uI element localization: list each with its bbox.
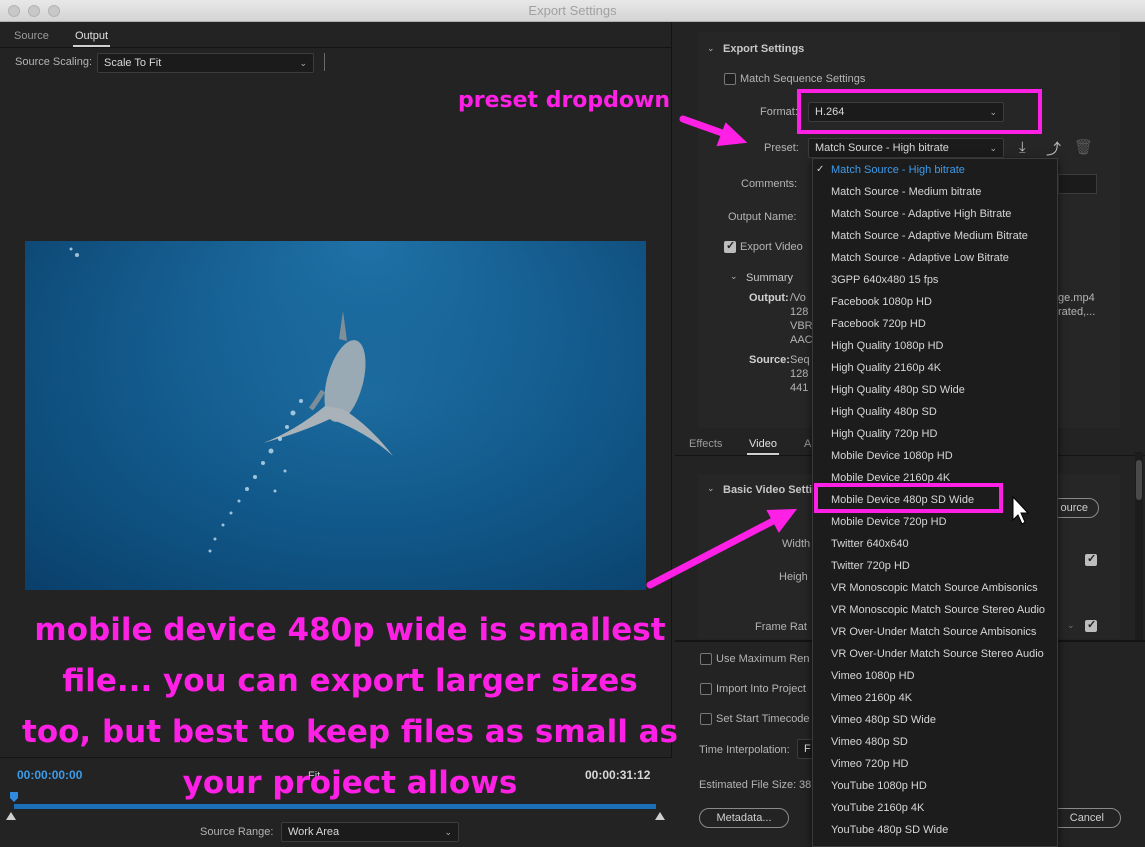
arrow-to-mobile-preset — [646, 516, 779, 589]
arrow-head-icon — [716, 122, 748, 147]
annotation-arrows — [646, 115, 1030, 589]
mouse-cursor-icon — [1012, 495, 1030, 525]
arrow-to-preset — [679, 115, 729, 138]
export-settings-window: Export Settings Source Output Source Sca… — [0, 0, 1145, 847]
